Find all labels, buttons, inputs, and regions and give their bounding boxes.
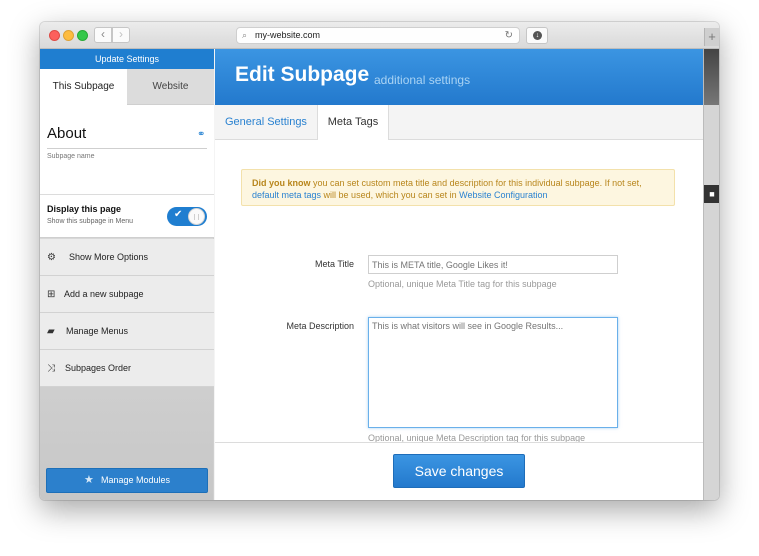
save-changes-button[interactable]: Save changes [393,454,525,488]
alert-strong: Did you know [252,178,311,188]
sidebar-item-label: Show More Options [69,252,149,262]
subpage-name-field[interactable]: About [47,125,86,142]
reload-icon[interactable]: ↻ [505,28,513,43]
meta-title-input[interactable] [368,255,618,274]
page-title: Edit Subpage [235,63,370,86]
subpage-name-caption: Subpage name [47,153,95,160]
page-subtitle: additional settings [374,73,471,87]
search-icon: ⌕ [242,30,248,40]
sidebar: Update Settings This Subpage Website Abo… [40,49,214,500]
sidebar-item-add-subpage[interactable]: ⊞ Add a new subpage [40,276,214,313]
side-strip-header [704,49,719,105]
close-window-button[interactable] [49,30,60,41]
form-footer: Save changes [215,442,703,500]
display-page-panel: Display this page Show this subpage in M… [40,195,214,238]
sidebar-item-show-more-options[interactable]: ⚙ Show More Options [40,239,214,276]
sidebar-item-subpages-order[interactable]: ⤨ Subpages Order [40,350,214,387]
alert-text: you can set custom meta title and descri… [310,178,642,188]
alert-text: will be used, which you can set in [321,190,460,200]
meta-description-label: Meta Description [286,321,354,331]
browser-titlebar: ‹ › ⌕ my-website.com ↻ ↓ + [40,22,719,49]
tab-general-settings[interactable]: General Settings [225,105,307,140]
video-camera-icon[interactable]: ■ [704,185,719,203]
link-icon[interactable]: ⚭ [197,129,205,140]
side-strip: ■ [703,49,719,500]
page-header: Edit Subpage additional settings [215,49,703,105]
forward-button[interactable]: › [112,27,130,43]
knob-grip [194,214,199,220]
minimize-window-button[interactable] [63,30,74,41]
cogs-icon: ⚙ [47,252,56,263]
subpage-name-panel: About ⚭ Subpage name [40,105,214,195]
manage-modules-label: Manage Modules [101,475,171,485]
downloads-button[interactable]: ↓ [526,27,548,44]
tab-website[interactable]: Website [127,69,214,105]
download-icon: ↓ [533,31,542,40]
default-meta-tags-link[interactable]: default meta tags [252,190,321,200]
website-configuration-link[interactable]: Website Configuration [459,190,547,200]
tab-this-subpage[interactable]: This Subpage [40,69,127,105]
meta-tags-form: Did you know you can set custom meta tit… [215,140,703,443]
back-button[interactable]: ‹ [94,27,112,43]
address-bar[interactable]: ⌕ my-website.com ↻ [236,27,520,44]
tab-meta-tags[interactable]: Meta Tags [317,105,389,141]
folder-open-icon: ▰ [47,326,55,337]
sidebar-item-manage-menus[interactable]: ▰ Manage Menus [40,313,214,350]
subpage-name-underline [47,148,207,149]
meta-title-label: Meta Title [314,259,354,269]
star-icon: ★ [84,474,94,486]
display-page-title: Display this page [47,204,122,214]
meta-title-help: Optional, unique Meta Title tag for this… [368,279,557,289]
meta-description-textarea[interactable] [368,317,618,428]
maximize-window-button[interactable] [77,30,88,41]
sidebar-header: Update Settings [40,49,214,69]
sidebar-item-label: Subpages Order [65,363,132,373]
new-tab-button[interactable]: + [704,28,719,46]
sidebar-item-label: Manage Menus [66,326,129,336]
sidebar-tabs: This Subpage Website [40,69,214,105]
settings-tabs: General Settings Meta Tags [215,105,703,141]
manage-modules-button[interactable]: ★ Manage Modules [46,468,208,493]
sidebar-item-label: Add a new subpage [64,289,144,299]
display-page-toggle[interactable]: ✔ [167,207,207,226]
browser-window: ‹ › ⌕ my-website.com ↻ ↓ + Update Settin… [40,22,719,500]
plus-square-icon: ⊞ [47,289,56,300]
url-text: my-website.com [255,30,321,40]
check-icon: ✔ [174,209,183,220]
toggle-knob [188,208,205,225]
display-page-caption: Show this subpage in Menu [47,218,133,225]
info-alert: Did you know you can set custom meta tit… [241,169,675,206]
main-panel: Edit Subpage additional settings General… [215,49,703,500]
shuffle-icon: ⤨ [47,363,55,374]
